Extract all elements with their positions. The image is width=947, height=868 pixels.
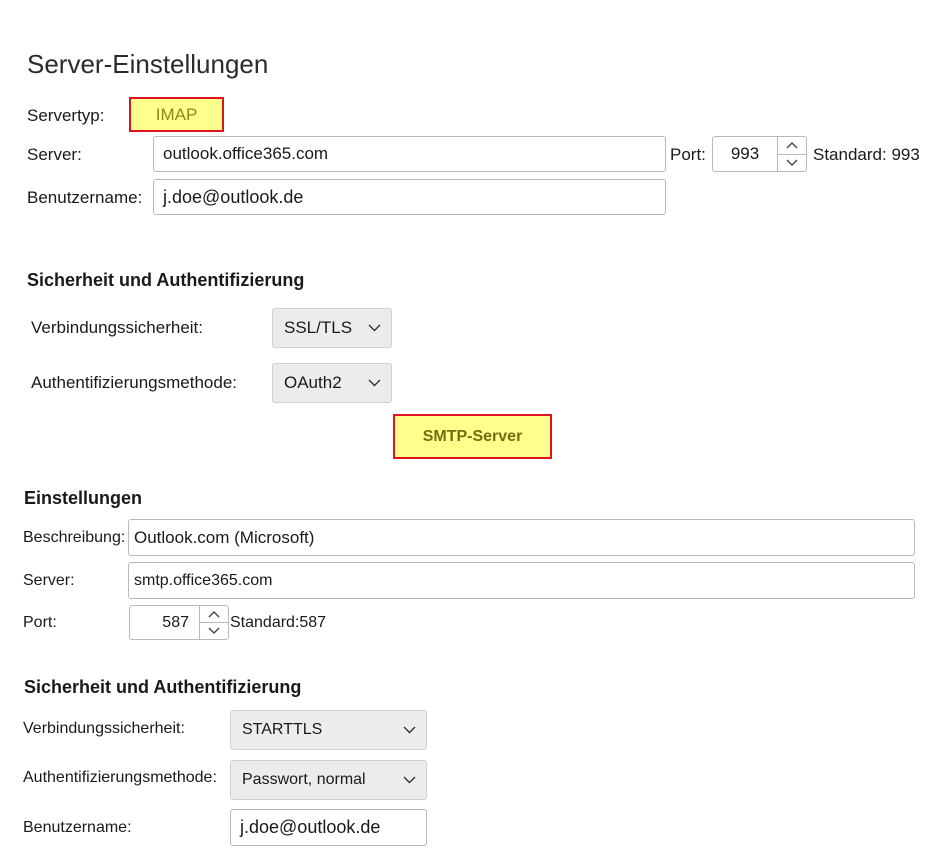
smtp-username-label: Benutzername: [23, 819, 132, 836]
username-input[interactable]: j.doe@outlook.de [153, 179, 666, 215]
security-heading: Sicherheit und Authentifizierung [27, 270, 305, 290]
smtp-port-decrement-button[interactable] [200, 622, 228, 639]
smtp-description-label: Beschreibung: [23, 529, 126, 546]
connection-security-select[interactable]: SSL/TLS [272, 308, 392, 348]
chevron-down-icon [403, 726, 416, 734]
server-input[interactable]: outlook.office365.com [153, 136, 666, 172]
port-value[interactable]: 993 [713, 137, 777, 171]
smtp-port-value[interactable]: 587 [130, 606, 199, 639]
auth-method-select[interactable]: OAuth2 [272, 363, 392, 403]
server-label: Server: [27, 145, 82, 164]
port-decrement-button[interactable] [778, 153, 806, 172]
chevron-down-icon [786, 159, 798, 166]
username-label: Benutzername: [27, 188, 143, 207]
chevron-down-icon [403, 776, 416, 784]
port-stepper[interactable]: 993 [712, 136, 807, 172]
auth-method-value: OAuth2 [284, 373, 342, 392]
connection-security-value: SSL/TLS [284, 318, 353, 337]
chevron-down-icon [208, 627, 220, 634]
smtp-connection-security-value: STARTTLS [242, 721, 323, 738]
smtp-auth-method-value: Passwort, normal [242, 771, 366, 788]
servertype-label: Servertyp: [27, 106, 105, 125]
smtp-port-stepper[interactable]: 587 [129, 605, 229, 640]
chevron-up-icon [208, 611, 220, 618]
smtp-connection-security-select[interactable]: STARTTLS [230, 710, 427, 750]
smtp-username-input[interactable]: j.doe@outlook.de [230, 809, 427, 846]
smtp-settings-heading: Einstellungen [24, 488, 143, 508]
chevron-down-icon [368, 379, 381, 387]
smtp-server-input[interactable]: smtp.office365.com [128, 562, 915, 599]
port-label: Port: [670, 145, 706, 164]
chevron-up-icon [786, 142, 798, 149]
smtp-port-label: Port: [23, 614, 57, 631]
port-standard-text: Standard: 993 [813, 145, 920, 164]
smtp-description-input[interactable]: Outlook.com (Microsoft) [128, 519, 915, 556]
chevron-down-icon [368, 324, 381, 332]
connection-security-label: Verbindungssicherheit: [31, 318, 204, 337]
auth-method-label: Authentifizierungsmethode: [31, 373, 238, 392]
smtp-port-standard-text: Standard:587 [230, 614, 327, 631]
page-title: Server-Einstellungen [27, 49, 269, 79]
port-increment-button[interactable] [778, 137, 806, 154]
smtp-port-increment-button[interactable] [200, 606, 228, 622]
smtp-server-banner: SMTP-Server [393, 414, 552, 459]
smtp-auth-method-label: Authentifizierungsmethode: [23, 769, 217, 786]
smtp-server-label: Server: [23, 572, 75, 589]
smtp-security-heading: Sicherheit und Authentifizierung [24, 677, 302, 697]
smtp-auth-method-select[interactable]: Passwort, normal [230, 760, 427, 800]
smtp-connection-security-label: Verbindungssicherheit: [23, 720, 185, 737]
servertype-value-highlight: IMAP [129, 97, 224, 132]
